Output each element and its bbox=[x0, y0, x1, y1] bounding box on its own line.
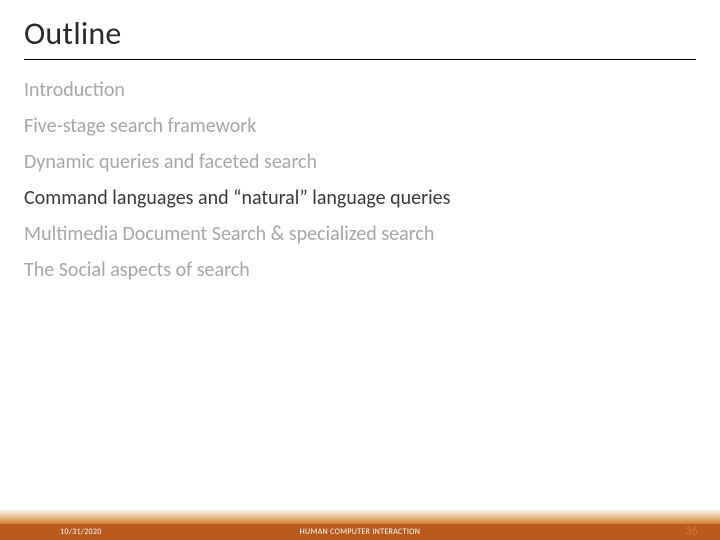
outline-item: Dynamic queries and faceted search bbox=[24, 144, 696, 180]
footer-gradient bbox=[0, 510, 720, 524]
footer: 10/31/2020 HUMAN COMPUTER INTERACTION 36 bbox=[0, 512, 720, 540]
outline-item: Multimedia Document Search & specialized… bbox=[24, 216, 696, 252]
outline-item: The Social aspects of search bbox=[24, 252, 696, 288]
slide-title: Outline bbox=[0, 0, 720, 55]
outline-item-current: Command languages and “natural” language… bbox=[24, 180, 696, 216]
footer-title: HUMAN COMPUTER INTERACTION bbox=[0, 527, 720, 537]
outline-item: Five-stage search framework bbox=[24, 108, 696, 144]
slide: Outline Introduction Five-stage search f… bbox=[0, 0, 720, 540]
outline-list: Introduction Five-stage search framework… bbox=[0, 60, 720, 288]
outline-item: Introduction bbox=[24, 72, 696, 108]
page-number: 36 bbox=[685, 524, 698, 539]
